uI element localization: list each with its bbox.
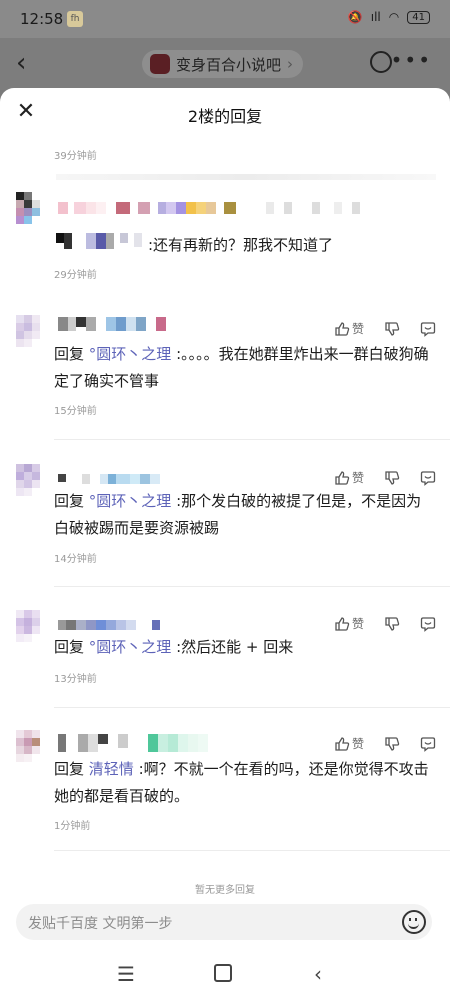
home-icon[interactable] — [214, 964, 232, 982]
forum-name: 变身百合小说吧 — [176, 55, 282, 74]
reply-to-user[interactable]: °圆环丶之理 — [89, 492, 172, 510]
top-comment-time: 39分钟前 — [54, 151, 97, 162]
reply-to-user[interactable]: °圆环丶之理 — [89, 345, 172, 363]
comment-icon — [420, 736, 436, 752]
reply-button[interactable] — [420, 736, 436, 752]
app-notification-icon: fh — [67, 11, 83, 27]
dislike-button[interactable] — [384, 736, 400, 752]
user-nickname[interactable] — [58, 317, 166, 331]
reply-target-nickname[interactable] — [56, 233, 142, 249]
avatar[interactable] — [16, 315, 48, 347]
user-nickname[interactable] — [58, 474, 160, 488]
avatar[interactable] — [16, 192, 48, 224]
replies-sheet: ✕ 2楼的回复 39分钟前 :还有再新的？那我不知道了 29分钟前 赞 回复 °… — [0, 88, 450, 1000]
comment-time: 1分钟前 — [54, 821, 91, 832]
user-nickname[interactable] — [58, 620, 160, 634]
comment-text: :还有再新的？那我不知道了 — [148, 236, 334, 254]
emoji-icon[interactable] — [402, 910, 426, 934]
menu-icon[interactable]: ☰ — [117, 962, 135, 986]
status-icons: 🔕 ıll ◠ 41 — [348, 10, 430, 24]
system-nav-bar: ☰ ‹ — [0, 948, 450, 1000]
thumbs-up-icon — [335, 616, 350, 631]
like-label: 赞 — [351, 617, 364, 631]
comment-time: 29分钟前 — [54, 270, 97, 281]
like-label: 赞 — [351, 737, 364, 751]
reply-button[interactable] — [420, 470, 436, 486]
like-button[interactable]: 赞 — [334, 735, 364, 752]
reply-to-user[interactable]: 清轻情 — [89, 760, 134, 778]
divider — [54, 707, 450, 708]
avatar[interactable] — [16, 464, 48, 496]
app-bar: ‹ 变身百合小说吧 › ••• — [0, 38, 450, 90]
thumbs-down-icon — [385, 616, 400, 631]
divider — [54, 586, 450, 587]
reply-input[interactable]: 发贴千百度 文明第一步 — [16, 904, 432, 940]
forum-chip[interactable]: 变身百合小说吧 › — [142, 50, 304, 78]
comment-actions: 赞 — [314, 320, 436, 337]
collapsed-divider — [56, 174, 436, 180]
forum-avatar — [150, 54, 170, 74]
avatar[interactable] — [16, 610, 48, 642]
comment-icon — [420, 321, 436, 337]
reply-button[interactable] — [420, 321, 436, 337]
reply-label: 回复 — [54, 638, 85, 656]
back-nav-icon[interactable]: ‹ — [314, 962, 322, 986]
reply-label: 回复 — [54, 345, 85, 363]
comment-time: 13分钟前 — [54, 674, 97, 685]
sheet-title: 2楼的回复 — [187, 107, 263, 126]
like-label: 赞 — [351, 322, 364, 336]
signal-icon: ıll — [370, 10, 381, 24]
comment-time: 15分钟前 — [54, 406, 97, 417]
user-nickname[interactable] — [58, 202, 360, 216]
like-button[interactable]: 赞 — [334, 469, 364, 486]
comment-icon — [420, 470, 436, 486]
like-button[interactable]: 赞 — [334, 615, 364, 632]
reply-button[interactable] — [420, 616, 436, 632]
back-icon[interactable]: ‹ — [16, 48, 26, 78]
thumbs-up-icon — [335, 736, 350, 751]
dislike-button[interactable] — [384, 616, 400, 632]
status-time: 12:58 — [20, 10, 64, 28]
comment-content: :然后还能 + 回来 — [176, 638, 294, 656]
like-button[interactable]: 赞 — [334, 320, 364, 337]
comment-actions: 赞 — [314, 615, 436, 632]
comment-time: 14分钟前 — [54, 554, 97, 565]
chevron-right-icon: › — [287, 55, 294, 73]
battery-icon: 41 — [407, 10, 430, 24]
thumbs-up-icon — [335, 470, 350, 485]
divider — [54, 850, 450, 851]
reply-label: 回复 — [54, 760, 85, 778]
edit-icon[interactable] — [370, 51, 392, 73]
dislike-button[interactable] — [384, 470, 400, 486]
thumbs-up-icon — [335, 321, 350, 336]
reply-input-placeholder: 发贴千百度 文明第一步 — [28, 916, 173, 932]
comment-text: 回复 °圆环丶之理 :那个发白破的被提了但是，不是因为白破被踢而是要资源被踢 — [54, 488, 434, 542]
avatar[interactable] — [16, 730, 48, 762]
comment-actions: 赞 — [314, 469, 436, 486]
no-more-replies: 暂无更多回复 — [195, 885, 255, 896]
thumbs-down-icon — [385, 321, 400, 336]
reply-label: 回复 — [54, 492, 85, 510]
comment-text: 回复 °圆环丶之理 :。。。。我在她群里炸出来一群白破狗确定了确实不管事 — [54, 341, 434, 395]
comment-text: 回复 清轻情 :啊？不就一个在看的吗，还是你觉得不攻击她的都是看百破的。 — [54, 756, 434, 810]
wifi-icon: ◠ — [388, 10, 400, 24]
divider — [54, 439, 450, 440]
like-label: 赞 — [351, 471, 364, 485]
user-nickname[interactable] — [58, 734, 208, 752]
sheet-header: ✕ 2楼的回复 — [0, 88, 450, 138]
thumbs-down-icon — [385, 470, 400, 485]
status-bar: 12:58 fh 🔕 ıll ◠ 41 — [0, 0, 450, 38]
more-icon[interactable]: ••• — [391, 48, 432, 72]
reply-to-user[interactable]: °圆环丶之理 — [89, 638, 172, 656]
thumbs-down-icon — [385, 736, 400, 751]
dislike-button[interactable] — [384, 321, 400, 337]
comment-actions: 赞 — [314, 735, 436, 752]
comment-icon — [420, 616, 436, 632]
comment-text: 回复 °圆环丶之理 :然后还能 + 回来 — [54, 634, 434, 661]
mute-icon: 🔕 — [347, 10, 363, 24]
